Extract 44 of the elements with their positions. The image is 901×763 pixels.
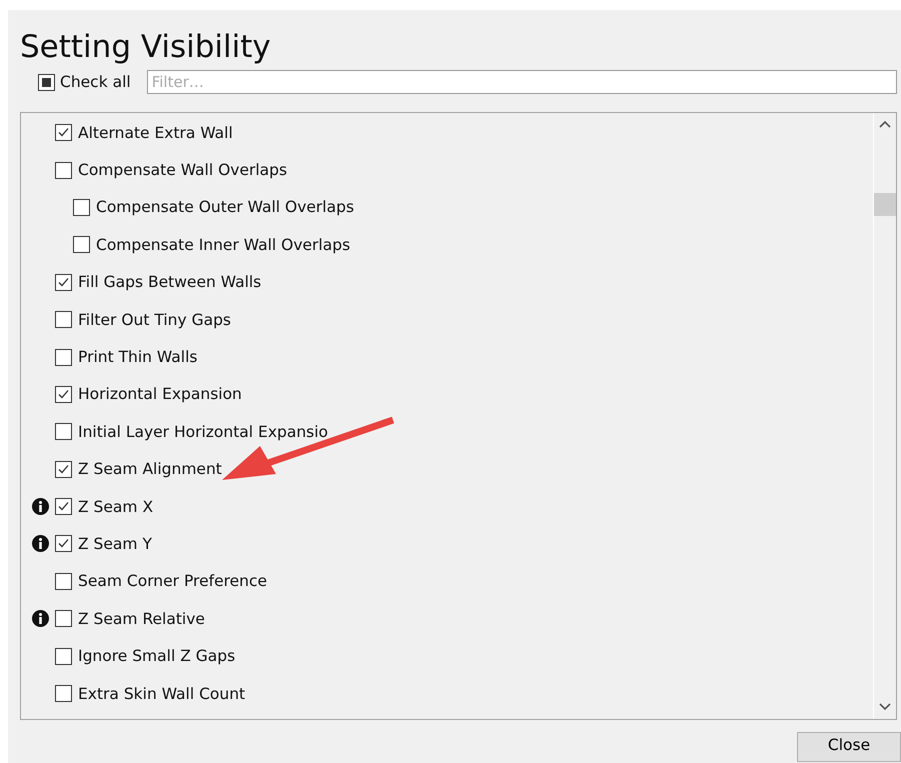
info-icon[interactable] <box>32 498 49 515</box>
check-all-label: Check all <box>60 73 131 91</box>
checkbox[interactable] <box>55 648 72 665</box>
checkbox[interactable] <box>55 460 72 478</box>
dialog-title: Setting Visibility <box>20 28 271 67</box>
scrollbar[interactable] <box>873 113 896 719</box>
scroll-thumb[interactable] <box>874 193 896 216</box>
checkbox[interactable] <box>38 74 55 90</box>
setting-label: Z Seam Y <box>78 534 152 553</box>
checkbox[interactable] <box>55 685 72 702</box>
checkbox[interactable] <box>55 498 72 516</box>
close-button[interactable]: Close <box>797 732 901 762</box>
setting-label: Compensate Outer Wall Overlaps <box>96 198 354 216</box>
checkbox[interactable] <box>55 610 72 628</box>
checkbox[interactable] <box>55 348 72 366</box>
checkbox[interactable] <box>55 311 72 328</box>
checkbox[interactable] <box>73 198 90 216</box>
setting-label: Print Thin Walls <box>78 348 198 366</box>
checkbox[interactable] <box>55 124 72 142</box>
setting-label: Z Seam Alignment <box>78 460 222 478</box>
setting-label: Ignore Small Z Gaps <box>78 647 236 666</box>
setting-label: Compensate Inner Wall Overlaps <box>96 236 350 254</box>
setting-label: Horizontal Expansion <box>78 385 242 404</box>
setting-label: Fill Gaps Between Walls <box>78 273 262 292</box>
checkbox[interactable] <box>55 162 72 179</box>
info-icon[interactable] <box>32 610 49 628</box>
checkbox[interactable] <box>73 236 90 254</box>
scroll-up-icon[interactable] <box>879 120 891 128</box>
checkbox[interactable] <box>55 423 72 440</box>
setting-label: Compensate Wall Overlaps <box>78 161 288 180</box>
setting-label: Z Seam X <box>78 498 154 516</box>
setting-label: Initial Layer Horizontal Expansio <box>78 422 328 441</box>
setting-label: Alternate Extra Wall <box>78 124 233 142</box>
setting-label: Seam Corner Preference <box>78 572 268 590</box>
setting-label: Z Seam Relative <box>78 610 205 628</box>
checkbox[interactable] <box>55 572 72 590</box>
checkbox[interactable] <box>55 274 72 291</box>
checkbox[interactable] <box>55 386 72 403</box>
info-icon[interactable] <box>32 535 49 552</box>
checkbox[interactable] <box>55 535 72 552</box>
scroll-down-icon[interactable] <box>879 703 891 711</box>
setting-label: Filter Out Tiny Gaps <box>78 310 231 329</box>
setting-label: Extra Skin Wall Count <box>78 684 246 703</box>
filter-field[interactable]: Filter… <box>146 70 897 94</box>
